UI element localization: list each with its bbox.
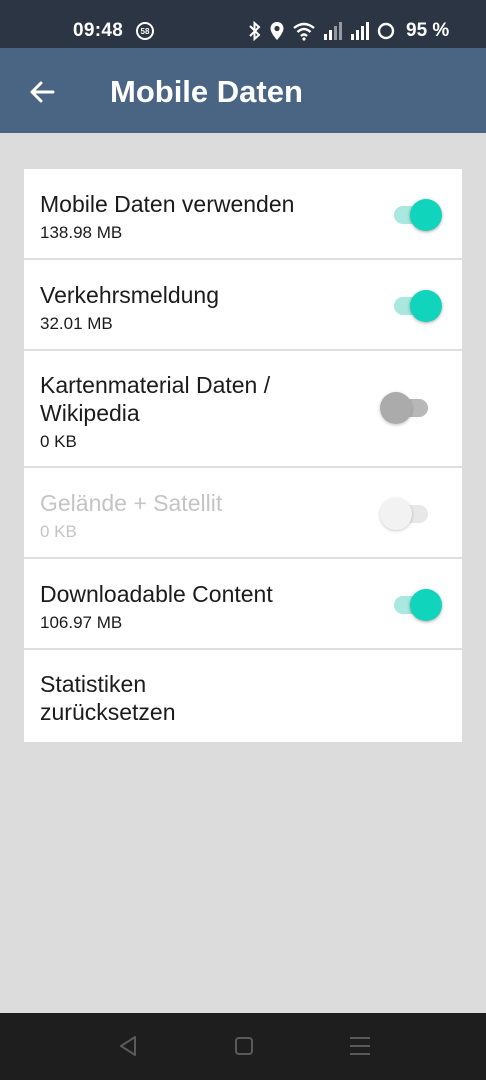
map-data-toggle[interactable] (380, 392, 432, 424)
nav-home-button[interactable] (224, 1031, 264, 1061)
battery-ring-icon (377, 22, 395, 40)
nav-recents-button[interactable] (340, 1031, 380, 1061)
notification-badge: 58 (136, 22, 154, 40)
arrow-left-icon (30, 81, 55, 103)
settings-card: Mobile Daten verwenden 138.98 MB Verkehr… (24, 169, 462, 742)
wifi-icon (293, 22, 315, 41)
setting-usage: 138.98 MB (40, 223, 123, 242)
signal-icon (351, 22, 369, 40)
setting-downloadable-content[interactable]: Downloadable Content 106.97 MB (24, 559, 462, 650)
location-icon (270, 22, 284, 40)
home-square-icon (235, 1037, 253, 1055)
traffic-toggle[interactable] (390, 290, 442, 322)
downloadable-content-toggle[interactable] (390, 589, 442, 621)
page-title: Mobile Daten (110, 74, 303, 109)
battery-percent: 95 % (406, 20, 450, 41)
setting-title: Kartenmaterial Daten / (40, 372, 271, 398)
setting-usage: 32.01 MB (40, 314, 113, 333)
mobile-data-toggle[interactable] (390, 199, 442, 231)
app-bar: Mobile Daten (0, 48, 486, 133)
back-button[interactable] (22, 72, 62, 112)
terrain-satellite-toggle (380, 498, 432, 530)
status-bar: 09:48 58 95 % (0, 0, 486, 48)
setting-title-line2: Wikipedia (40, 400, 140, 426)
setting-terrain-satellite: Gelände + Satellit 0 KB (24, 468, 462, 559)
reset-statistics-button[interactable]: Statistiken zurücksetzen (24, 650, 462, 742)
setting-map-data[interactable]: Kartenmaterial Daten / Wikipedia 0 KB (24, 351, 462, 468)
recents-menu-icon (350, 1037, 370, 1055)
bluetooth-icon (249, 21, 261, 41)
status-icons (248, 20, 395, 42)
nav-back-button[interactable] (108, 1031, 148, 1061)
setting-title: Statistiken (40, 671, 147, 697)
setting-mobile-data[interactable]: Mobile Daten verwenden 138.98 MB (24, 169, 462, 260)
setting-traffic[interactable]: Verkehrsmeldung 32.01 MB (24, 260, 462, 351)
signal-icon (324, 22, 342, 40)
back-triangle-icon (120, 1036, 136, 1056)
status-time: 09:48 (73, 20, 124, 41)
navigation-bar (0, 1013, 486, 1080)
setting-title: Mobile Daten verwenden (40, 191, 295, 217)
setting-title: Gelände + Satellit (40, 490, 223, 516)
setting-usage: 0 KB (40, 522, 77, 541)
setting-usage: 106.97 MB (40, 613, 123, 632)
setting-usage: 0 KB (40, 432, 77, 451)
setting-title: Verkehrsmeldung (40, 282, 219, 308)
setting-title-line2: zurücksetzen (40, 699, 176, 725)
setting-title: Downloadable Content (40, 581, 273, 607)
